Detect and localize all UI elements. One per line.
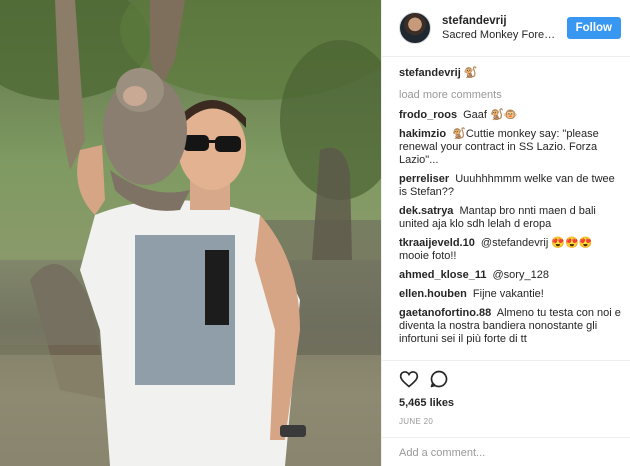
heart-outline-icon[interactable]	[399, 369, 419, 389]
comment-username[interactable]: perreliser	[399, 173, 449, 185]
comment-item: gaetanofortino.88 Almeno tu testa con no…	[399, 307, 621, 346]
comment-username[interactable]: hakimzio	[399, 128, 446, 140]
comment-text: @sory_128	[492, 269, 549, 281]
load-more-comments-link[interactable]: load more comments	[399, 89, 621, 101]
location-link[interactable]: Sacred Monkey Forest ...	[442, 29, 561, 41]
post-photo[interactable]	[0, 0, 381, 466]
comment-text: Gaaf 🐒🐵	[463, 109, 518, 121]
action-icons	[399, 369, 614, 389]
author-username[interactable]: stefandevrij	[442, 15, 561, 27]
avatar[interactable]	[399, 12, 431, 44]
post-date: JUNE 20	[399, 417, 434, 426]
comment-item: perreliser Uuuhhhmmm welke van de twee i…	[399, 173, 621, 199]
header-text: stefandevrij Sacred Monkey Forest ...	[442, 15, 561, 41]
comment-item: ellen.houben Fijne vakantie!	[399, 288, 621, 301]
comment-item: hakimzio 🐒Cuttie monkey say: "please ren…	[399, 128, 621, 167]
post-sidebar: stefandevrij Sacred Monkey Forest ... Fo…	[381, 0, 630, 466]
caption-text: 🐒	[463, 67, 478, 79]
comment-item: frodo_roos Gaaf 🐒🐵	[399, 109, 621, 122]
comment-username[interactable]: tkraaijeveld.10	[399, 237, 475, 249]
caption-username[interactable]: stefandevrij	[399, 67, 461, 79]
comment-item: ahmed_klose_11 @sory_128	[399, 269, 621, 282]
post-header: stefandevrij Sacred Monkey Forest ... Fo…	[382, 0, 630, 57]
post-actions: 5,465 likes JUNE 20	[382, 360, 630, 426]
comment-username[interactable]: ahmed_klose_11	[399, 269, 486, 281]
comment-item: tkraaijeveld.10 @stefandevrij 😍😍😍mooie f…	[399, 237, 621, 263]
comment-text: Fijne vakantie!	[472, 288, 544, 300]
comments-list: stefandevrij 🐒 load more comments frodo_…	[399, 66, 621, 352]
comment-username[interactable]: ellen.houben	[399, 288, 467, 300]
comment-username[interactable]: gaetanofortino.88	[399, 307, 491, 319]
comment-username[interactable]: dek.satrya	[399, 205, 453, 217]
add-comment-input[interactable]: Add a comment...	[382, 437, 630, 466]
comment-item: dek.satrya Mantap bro nnti maen d bali u…	[399, 205, 621, 231]
follow-button[interactable]: Follow	[566, 17, 621, 39]
post-caption: stefandevrij 🐒	[399, 66, 621, 79]
photo-illustration	[0, 0, 381, 466]
instagram-post-modal: stefandevrij Sacred Monkey Forest ... Fo…	[0, 0, 630, 466]
speech-bubble-icon[interactable]	[429, 369, 449, 389]
comment-username[interactable]: frodo_roos	[399, 109, 457, 121]
likes-count[interactable]: 5,465 likes	[399, 397, 614, 409]
